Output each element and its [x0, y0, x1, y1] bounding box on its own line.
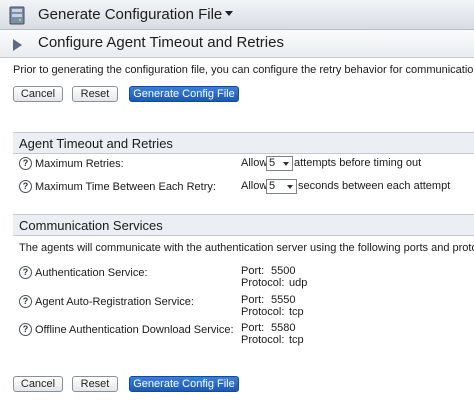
app-title[interactable]: Generate Configuration File: [38, 6, 222, 23]
chevron-down-icon: [283, 162, 289, 166]
chevron-down-icon[interactable]: [225, 11, 233, 16]
interval-suffix: seconds between each attempt: [298, 180, 451, 192]
chevron-down-icon: [287, 185, 293, 189]
generate-config-button[interactable]: Generate Config File: [129, 86, 239, 102]
comm-description: The agents will communicate with the aut…: [19, 242, 474, 254]
help-icon[interactable]: ?: [19, 180, 32, 193]
max-retries-select[interactable]: 5: [266, 156, 293, 171]
protocol-value: tcp: [289, 306, 304, 318]
port-value: 5580: [271, 322, 296, 334]
comm-section-header: Communication Services: [13, 214, 474, 236]
section-title: Communication Services: [19, 218, 163, 233]
port-value: 5500: [271, 265, 296, 277]
service-label: Agent Auto-Registration Service:: [35, 296, 194, 308]
page-title: Configure Agent Timeout and Retries: [38, 34, 284, 51]
retries-suffix: attempts before timing out: [294, 157, 422, 169]
port-label: Port:: [241, 294, 265, 306]
help-icon[interactable]: ?: [19, 323, 32, 336]
port-label: Port:: [241, 265, 265, 277]
play-icon: [13, 39, 22, 51]
timeout-section-header: Agent Timeout and Retries: [13, 132, 474, 154]
section-title: Agent Timeout and Retries: [19, 136, 173, 151]
server-icon: [9, 6, 25, 25]
protocol-value: tcp: [289, 334, 304, 346]
cancel-button[interactable]: Cancel: [13, 376, 63, 392]
service-label: Authentication Service:: [35, 267, 148, 279]
select-value: 5: [269, 180, 276, 192]
protocol-label: Protocol:: [241, 334, 285, 346]
intro-text: Prior to generating the configuration fi…: [13, 64, 474, 76]
app-header: Generate Configuration File: [0, 0, 474, 30]
help-icon[interactable]: ?: [19, 295, 32, 308]
reset-button[interactable]: Reset: [72, 376, 118, 392]
port-label: Port:: [241, 322, 265, 334]
select-value: 5: [269, 157, 276, 169]
protocol-value: udp: [289, 277, 308, 289]
service-label: Offline Authentication Download Service:: [35, 324, 234, 336]
allow-label: Allow: [241, 180, 268, 192]
page-header: Configure Agent Timeout and Retries: [0, 30, 474, 58]
port-value: 5550: [271, 294, 296, 306]
retry-interval-label: Maximum Time Between Each Retry:: [35, 181, 216, 193]
protocol-label: Protocol:: [241, 306, 285, 318]
help-icon[interactable]: ?: [19, 157, 32, 170]
max-retries-label: Maximum Retries:: [35, 158, 124, 170]
help-icon[interactable]: ?: [19, 266, 32, 279]
reset-button[interactable]: Reset: [72, 86, 118, 102]
generate-config-button[interactable]: Generate Config File: [129, 376, 239, 392]
retry-interval-select[interactable]: 5: [266, 179, 297, 194]
allow-label: Allow: [241, 157, 268, 169]
protocol-label: Protocol:: [241, 277, 285, 289]
cancel-button[interactable]: Cancel: [13, 86, 63, 102]
